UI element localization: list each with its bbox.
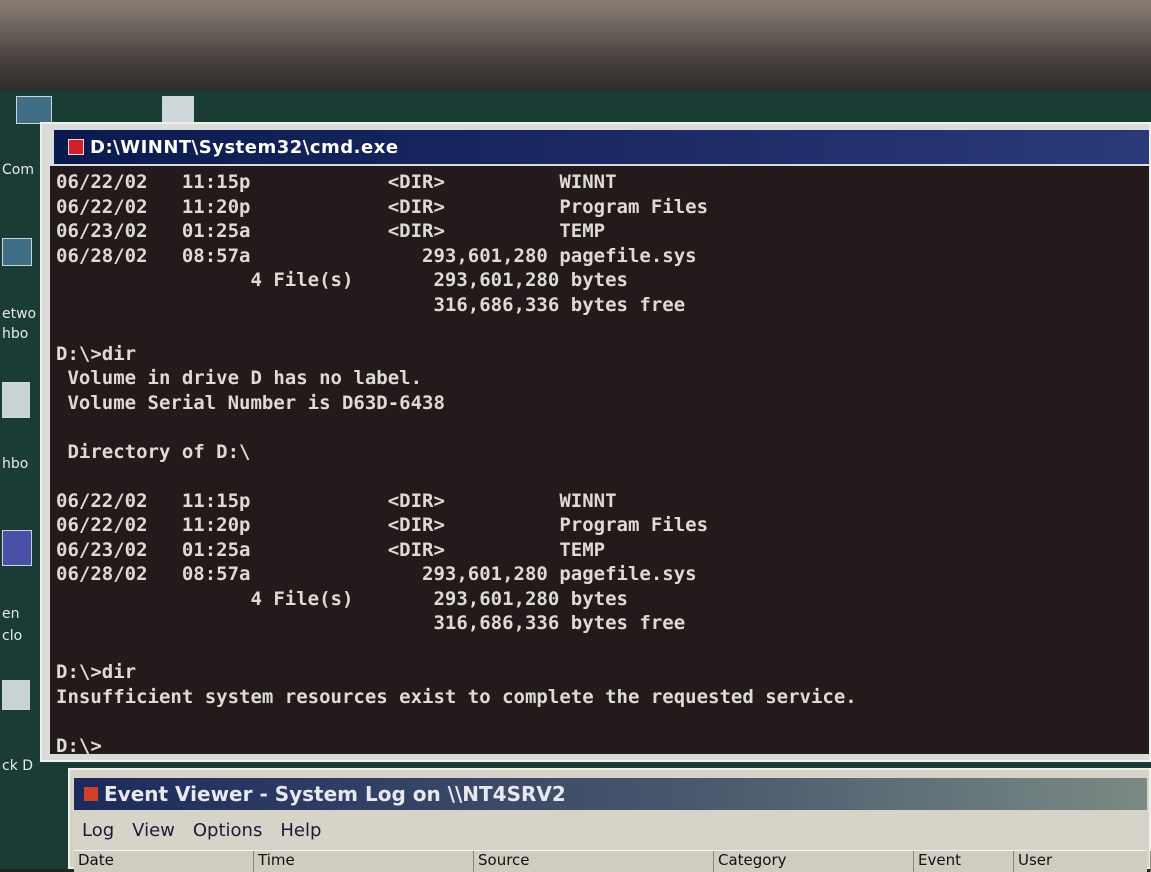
- console-line: 316,686,336 bytes free: [56, 612, 686, 634]
- desktop-icon-label: hbo: [2, 326, 29, 342]
- menu-options[interactable]: Options: [193, 820, 262, 841]
- console-line: 06/23/02 01:25a <DIR> TEMP: [56, 538, 606, 561]
- desktop-icon[interactable]: [162, 96, 194, 122]
- event-viewer-app-icon: [84, 787, 98, 801]
- cmd-window[interactable]: D:\WINNT\System32\cmd.exe 06/22/02 11:15…: [40, 122, 1151, 762]
- console-line: Insufficient system resources exist to c…: [56, 685, 857, 708]
- event-viewer-title: Event Viewer - System Log on \\NT4SRV2: [104, 782, 566, 806]
- desktop-icon[interactable]: [2, 382, 30, 418]
- console-line: 06/22/02 11:20p <DIR> Program Files: [56, 195, 709, 218]
- cmd-titlebar[interactable]: D:\WINNT\System32\cmd.exe: [54, 130, 1149, 164]
- console-app-icon: [68, 139, 84, 155]
- menu-log[interactable]: Log: [82, 820, 114, 841]
- desktop-icon-label: Com: [2, 162, 34, 178]
- console-line: Directory of D:\: [56, 440, 251, 463]
- event-viewer-window[interactable]: Event Viewer - System Log on \\NT4SRV2 L…: [68, 768, 1151, 872]
- console-line: 06/22/02 11:15p <DIR> WINNT: [56, 489, 617, 512]
- desktop-icon-label: hbo: [2, 456, 29, 472]
- desktop-icon[interactable]: [2, 530, 32, 566]
- console-line: Volume Serial Number is D63D-6438: [56, 391, 445, 414]
- console-line: 316,686,336 bytes free: [56, 293, 686, 316]
- desktop-icon[interactable]: [2, 238, 32, 266]
- console-line: 4 File(s) 293,601,280 bytes: [56, 587, 628, 610]
- cmd-window-title: D:\WINNT\System32\cmd.exe: [90, 136, 399, 158]
- monitor-bezel: [0, 0, 1151, 96]
- console-line: Volume in drive D has no label.: [56, 367, 423, 389]
- console-output[interactable]: 06/22/02 11:15p <DIR> WINNT 06/22/02 11:2…: [50, 166, 1149, 754]
- desktop-icon-label: clo: [2, 628, 23, 644]
- desktop-icon-label: en: [2, 606, 20, 622]
- desktop-icon-label: ck D: [2, 758, 34, 774]
- console-line: D:\>dir: [56, 342, 137, 365]
- console-line: 4 File(s) 293,601,280 bytes: [56, 269, 628, 291]
- console-line: 06/28/02 08:57a 293,601,280 pagefile.sys: [56, 563, 697, 585]
- console-line: D:\>: [56, 734, 102, 755]
- event-viewer-titlebar[interactable]: Event Viewer - System Log on \\NT4SRV2: [74, 778, 1147, 810]
- desktop-icon[interactable]: [16, 96, 52, 124]
- desktop-icon[interactable]: [2, 680, 30, 710]
- console-line: 06/22/02 11:20p <DIR> Program Files: [56, 514, 709, 536]
- console-line: 06/22/02 11:15p <DIR> WINNT: [56, 171, 617, 193]
- menu-help[interactable]: Help: [280, 820, 321, 841]
- console-line: 06/23/02 01:25a <DIR> TEMP: [56, 220, 606, 242]
- console-line: D:\>dir: [56, 661, 137, 683]
- menu-view[interactable]: View: [132, 820, 175, 841]
- event-viewer-menubar: Log View Options Help: [82, 820, 321, 841]
- desktop-icon-label: etwo: [2, 306, 37, 322]
- console-line: 06/28/02 08:57a 293,601,280 pagefile.sys: [56, 244, 697, 267]
